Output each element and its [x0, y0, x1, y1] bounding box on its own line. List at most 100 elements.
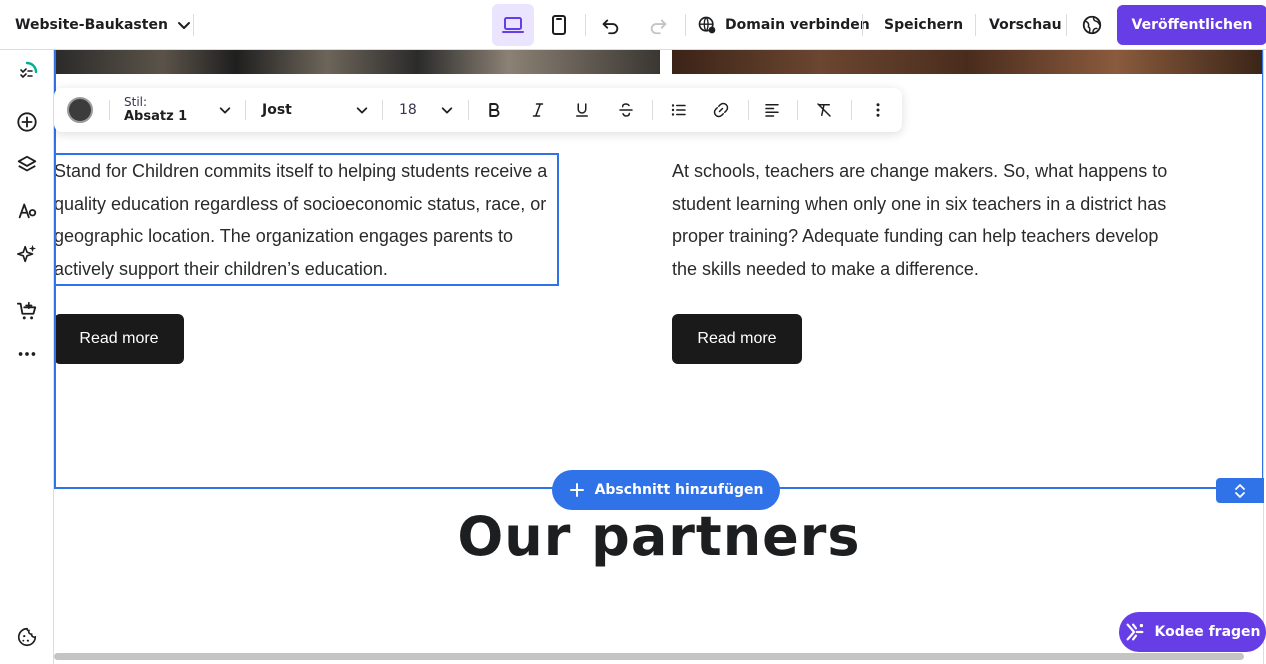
more-horizontal-icon — [18, 352, 36, 356]
image-right[interactable] — [672, 50, 1263, 74]
cookie-icon — [17, 627, 37, 647]
palette-brush-icon — [18, 203, 37, 219]
save-button[interactable]: Speichern — [884, 0, 963, 49]
divider — [748, 100, 749, 120]
image-left[interactable] — [54, 50, 660, 74]
editor-canvas: s Stand for Children commits itself to h… — [54, 50, 1264, 664]
read-more-label: Read more — [79, 330, 159, 347]
divider — [862, 14, 863, 36]
style-value: Absatz 1 — [124, 109, 188, 124]
publish-label: Veröffentlichen — [1131, 17, 1253, 33]
section-resize-handle[interactable] — [1216, 478, 1264, 503]
desktop-view-button[interactable] — [492, 4, 534, 46]
top-bar: Website-Baukasten Domain verbinden Speic… — [0, 0, 1266, 50]
font-size-value: 18 — [399, 102, 417, 118]
publish-button[interactable]: Veröffentlichen — [1117, 5, 1266, 45]
mobile-view-button[interactable] — [538, 4, 580, 46]
read-more-button-right[interactable]: Read more — [672, 314, 802, 364]
sparkles-icon — [17, 244, 37, 263]
clear-format-button[interactable] — [810, 88, 838, 132]
divider — [975, 14, 976, 36]
strikethrough-button[interactable] — [612, 88, 640, 132]
link-button[interactable] — [707, 88, 735, 132]
layers-icon — [17, 155, 37, 172]
divider — [193, 14, 194, 36]
bullet-list-button[interactable] — [665, 88, 693, 132]
globe-icon — [1082, 15, 1102, 35]
chevron-down-icon — [441, 107, 453, 114]
divider — [382, 100, 383, 120]
redo-button[interactable] — [638, 4, 680, 46]
divider — [468, 100, 469, 120]
chevron-down-icon — [219, 107, 231, 114]
list-icon — [671, 104, 686, 116]
undo-button[interactable] — [589, 4, 631, 46]
align-left-icon — [765, 104, 779, 117]
chevron-down-icon — [356, 107, 368, 114]
style-dropdown[interactable]: Stil: Absatz 1 — [124, 88, 232, 132]
undo-icon — [602, 19, 619, 35]
layers-button[interactable] — [13, 151, 41, 179]
connect-domain-label: Domain verbinden — [725, 16, 870, 33]
bold-button[interactable] — [480, 88, 508, 132]
underline-icon — [576, 103, 588, 117]
read-more-button-left[interactable]: Read more — [54, 314, 184, 364]
italic-button[interactable] — [524, 88, 552, 132]
preview-label: Vorschau — [989, 16, 1062, 33]
font-dropdown[interactable]: Jost — [262, 88, 369, 132]
plus-icon — [569, 483, 584, 497]
globe-settings-icon — [698, 16, 716, 33]
style-label: Stil: — [124, 95, 148, 109]
bold-icon — [489, 103, 500, 117]
font-value: Jost — [262, 102, 292, 118]
text-color-button[interactable] — [64, 88, 96, 132]
italic-icon — [532, 103, 544, 117]
preview-button[interactable]: Vorschau — [989, 0, 1062, 49]
underline-button[interactable] — [568, 88, 596, 132]
ai-assistant-label: Kodee fragen — [1154, 624, 1261, 640]
checklist-button[interactable] — [13, 58, 41, 86]
styles-button[interactable] — [13, 196, 41, 224]
more-button[interactable] — [13, 340, 41, 368]
redo-icon — [650, 19, 667, 35]
divider — [851, 100, 852, 120]
more-options-button[interactable] — [864, 88, 892, 132]
partners-heading[interactable]: Our partners — [54, 505, 1263, 568]
site-switcher[interactable]: Website-Baukasten — [15, 0, 192, 49]
laptop-icon — [502, 17, 524, 33]
ai-assistant-button[interactable]: Kodee fragen — [1119, 612, 1266, 652]
add-element-button[interactable] — [13, 108, 41, 136]
ai-tools-button[interactable] — [13, 240, 41, 268]
store-button[interactable] — [13, 297, 41, 325]
progress-checklist-icon — [20, 61, 38, 79]
left-sidebar — [0, 50, 54, 664]
plus-circle-icon — [17, 112, 37, 132]
align-button[interactable] — [758, 88, 786, 132]
add-section-label: Abschnitt hinzufügen — [594, 482, 764, 498]
link-icon — [713, 102, 729, 118]
cookie-settings-button[interactable] — [13, 623, 41, 651]
text-format-toolbar: Stil: Absatz 1 Jost 18 — [54, 88, 902, 132]
add-section-button[interactable]: Abschnitt hinzufügen — [552, 470, 780, 510]
divider — [245, 100, 246, 120]
divider — [585, 14, 586, 36]
horizontal-scrollbar[interactable] — [54, 653, 1244, 660]
connect-domain-button[interactable]: Domain verbinden — [697, 0, 870, 49]
font-size-dropdown[interactable]: 18 — [399, 88, 454, 132]
divider — [652, 100, 653, 120]
divider — [685, 14, 686, 36]
strikethrough-icon — [619, 103, 633, 117]
language-button[interactable] — [1071, 4, 1113, 46]
chevron-up-down-icon — [1235, 483, 1245, 498]
text-color-swatch — [67, 97, 93, 123]
divider — [109, 100, 110, 120]
chevron-down-icon — [177, 21, 190, 29]
save-label: Speichern — [884, 16, 964, 33]
kodee-icon — [1127, 623, 1144, 641]
divider — [797, 100, 798, 120]
cart-plus-icon — [16, 301, 37, 320]
divider — [1066, 14, 1067, 36]
clear-format-icon — [817, 103, 831, 117]
right-paragraph[interactable]: At schools, teachers are change makers. … — [672, 155, 1172, 285]
more-vertical-icon — [876, 103, 880, 117]
